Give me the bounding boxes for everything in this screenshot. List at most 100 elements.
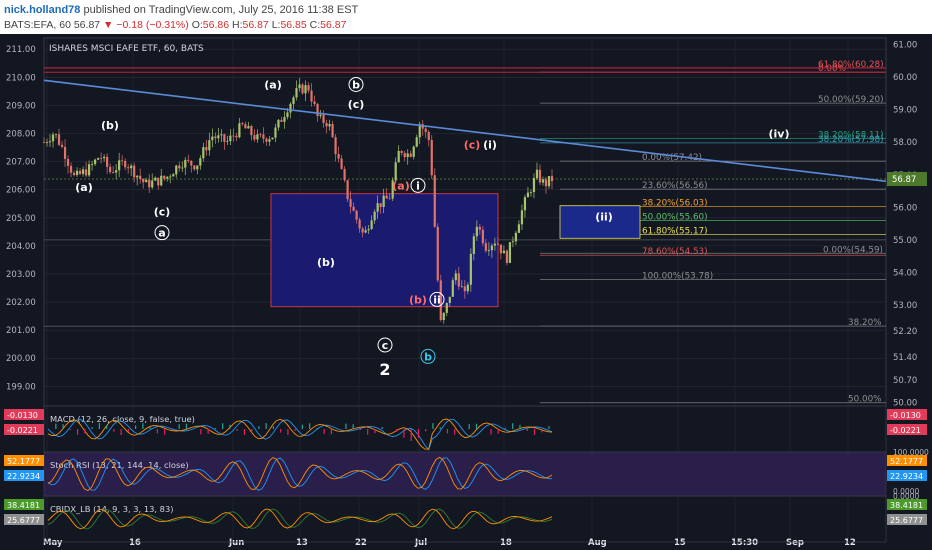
candle-body <box>100 158 103 159</box>
close-value: 56.87 <box>320 19 347 31</box>
wave-label: (a) <box>75 181 92 194</box>
right-tick-label: 56.00 <box>893 203 917 213</box>
fib-label: 50.00% <box>848 395 882 405</box>
wave-label: ii <box>433 293 441 306</box>
price-chart[interactable]: 61.80%(60.28)0.00%50.00%(59.20)38.20%(58… <box>0 34 932 550</box>
candle-body <box>244 124 247 129</box>
macd-histogram-bar <box>156 429 158 434</box>
candle-body <box>163 175 166 179</box>
right-tick-label: 58.00 <box>893 138 917 148</box>
candle-body <box>508 242 512 263</box>
candle-body <box>481 229 484 244</box>
macd-histogram-bar <box>468 424 470 429</box>
low-value: 56.85 <box>280 19 307 31</box>
candle-body <box>133 165 136 178</box>
fib-label: 50.00%(59.20) <box>818 95 884 105</box>
candle-body <box>430 140 433 176</box>
x-tick-label: Sep <box>786 538 804 548</box>
candle-body <box>280 119 283 122</box>
right-tick-label: 61.00 <box>893 41 917 51</box>
indicator-right-value: 52.1777 <box>890 457 923 466</box>
candle-body <box>394 162 397 181</box>
candle-body <box>364 230 367 233</box>
fib-label: 0.00%(54.59) <box>823 245 883 255</box>
macd-histogram-bar <box>236 429 238 431</box>
x-tick-label: 18 <box>500 538 512 548</box>
x-tick-label: 22 <box>355 538 367 548</box>
candle-body <box>472 236 475 254</box>
indicator-right-value: 38.4181 <box>890 501 923 510</box>
publish-line: nick.holland78 published on TradingView.… <box>4 4 358 16</box>
left-tick-label: 204.00 <box>6 242 36 252</box>
macd-histogram-bar <box>512 423 514 429</box>
macd-histogram-bar <box>77 429 79 435</box>
macd-histogram-bar <box>200 429 202 435</box>
macd-histogram-bar <box>135 425 137 429</box>
indicator-left-value: 52.1777 <box>7 457 40 466</box>
candle-body <box>84 169 88 176</box>
right-tick-label: 52.20 <box>893 327 917 337</box>
candle-body <box>526 192 530 198</box>
candle-body <box>172 174 175 177</box>
fib-label: 38.20%(56.03) <box>642 198 708 208</box>
macd-histogram-bar <box>164 429 166 435</box>
candle-body <box>226 141 229 142</box>
indicator-left-value: 38.4181 <box>7 501 40 510</box>
indicator-tick: 0.0000 <box>893 492 919 501</box>
candle-body <box>166 176 169 179</box>
right-tick-label: 54.00 <box>893 268 917 278</box>
left-tick-label: 205.00 <box>6 214 36 224</box>
candle-body <box>316 103 319 116</box>
candle-body <box>274 127 277 138</box>
candle-body <box>547 176 551 187</box>
wave-label: (c) <box>154 205 171 218</box>
wave-label: b <box>352 78 360 91</box>
candle-body <box>145 179 148 183</box>
macd-histogram-bar <box>439 427 441 429</box>
fib-label: 78.60%(54.53) <box>642 247 708 257</box>
last-price: 56.87 <box>73 19 101 31</box>
candle-body <box>367 229 370 231</box>
macd-histogram-bar <box>287 429 289 435</box>
macd-histogram-bar <box>84 429 86 434</box>
wave-label: (iv) <box>769 127 790 140</box>
candle-body <box>292 97 295 104</box>
candle-body <box>220 134 223 136</box>
candle-body <box>268 139 271 142</box>
candle-body <box>87 164 91 176</box>
close-label: C: <box>309 19 321 31</box>
macd-histogram-bar <box>541 429 543 433</box>
candle-body <box>283 117 286 122</box>
indicator-left-value: 22.9234 <box>7 472 40 481</box>
macd-histogram-bar <box>265 423 267 429</box>
candle-body <box>388 198 391 200</box>
candle-body <box>235 135 238 138</box>
left-tick-label: 201.00 <box>6 326 36 336</box>
macd-histogram-bar <box>91 427 93 429</box>
macd-histogram-bar <box>519 424 521 429</box>
candle-body <box>109 166 112 173</box>
candle-body <box>313 101 316 104</box>
candle-body <box>160 175 163 186</box>
candle-body <box>142 178 145 183</box>
left-tick-label: 206.00 <box>6 186 36 196</box>
candle-body <box>370 220 373 230</box>
candle-body <box>94 159 97 165</box>
macd-histogram-bar <box>149 427 151 429</box>
macd-histogram-bar <box>533 429 536 435</box>
candle-body <box>349 199 352 207</box>
candle-body <box>57 134 61 145</box>
wave-label: (c) <box>464 139 481 152</box>
symbol-line: BATS:EFA, 60 56.87 ▼ −0.18 (−0.31%) O:56… <box>4 19 346 31</box>
author-link[interactable]: nick.holland78 <box>4 4 80 16</box>
fib-label: 23.60%(56.56) <box>642 181 708 191</box>
macd-histogram-bar <box>475 423 478 429</box>
wave-label: b <box>424 350 432 363</box>
macd-histogram-bar <box>490 429 492 435</box>
candle-body <box>490 245 493 251</box>
candle-body <box>139 175 142 179</box>
last-price-tag-label: 56.87 <box>892 175 916 185</box>
macd-histogram-bar <box>323 429 325 434</box>
fib-label: 50.00%(55.60) <box>642 212 708 222</box>
left-tick-label: 200.00 <box>6 354 36 364</box>
